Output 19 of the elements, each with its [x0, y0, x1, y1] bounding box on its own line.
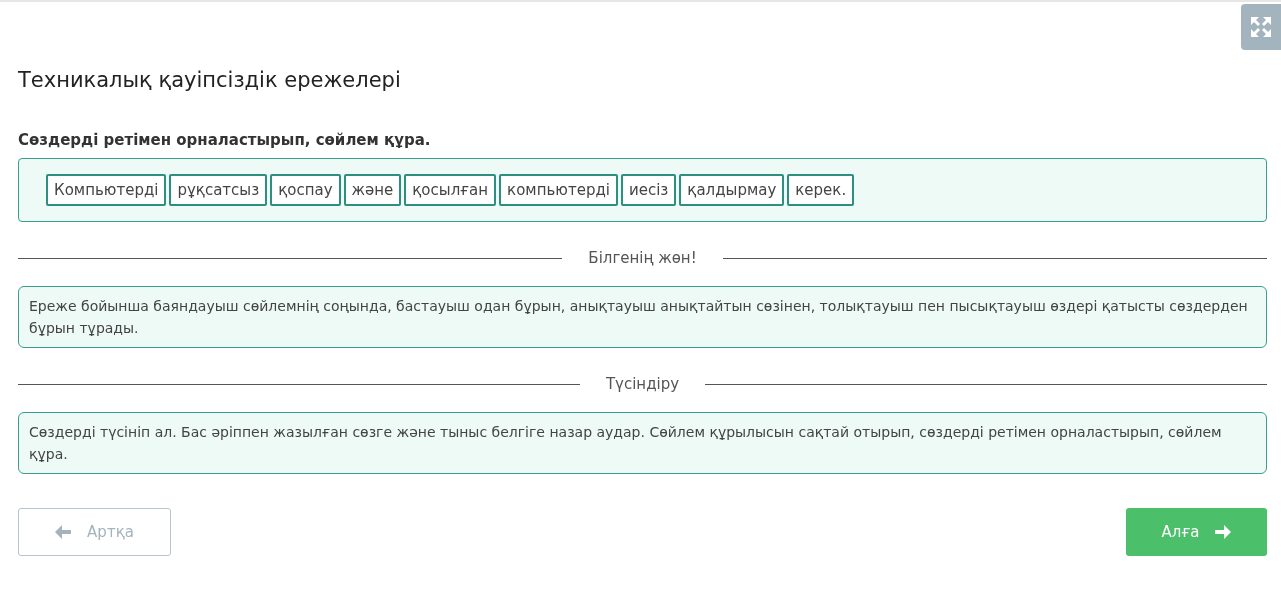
word-tile[interactable]: қосылған [404, 174, 497, 206]
word-tile[interactable]: қоспау [270, 174, 341, 206]
page-title: Техникалық қауіпсіздік ережелері [18, 67, 402, 94]
fullscreen-button[interactable] [1241, 4, 1281, 50]
word-tile[interactable]: рұқсатсыз [169, 174, 268, 206]
word-tile[interactable]: және [343, 174, 402, 206]
word-tile[interactable]: иесіз [620, 174, 677, 206]
section-heading: Түсіндіру [604, 375, 681, 393]
word-tile[interactable]: қалдырмау [679, 174, 785, 206]
arrow-left-icon [55, 525, 72, 539]
info-box: Сөздерді түсініп ал. Бас әріппен жазылған сөзге және тыныс белгіге назар аудар. Сөйлем құрылысын сақтай отырып, сөздерді ретімен орналастырып, сөйлем құра. [18, 412, 1267, 474]
word-tile[interactable]: компьютерді [499, 174, 618, 206]
word-tile[interactable]: Компьютерді [46, 174, 167, 206]
arrow-right-icon [1215, 525, 1232, 539]
section-heading: Білгенің жөн! [587, 249, 698, 267]
fullscreen-icon [1250, 16, 1272, 38]
info-box: Ереже бойынша баяндауыш сөйлемнің соңында, бастауыш одан бұрын, анықтауыш анықтайтын сөзінен, толықтауыш пен пысықтауыш өздері қатысты сөздерден бұрын тұрады. [18, 286, 1267, 348]
instruction-text: Сөздерді ретімен орналастырып, сөйлем құра. [18, 130, 432, 150]
word-tile[interactable]: керек. [787, 174, 855, 206]
